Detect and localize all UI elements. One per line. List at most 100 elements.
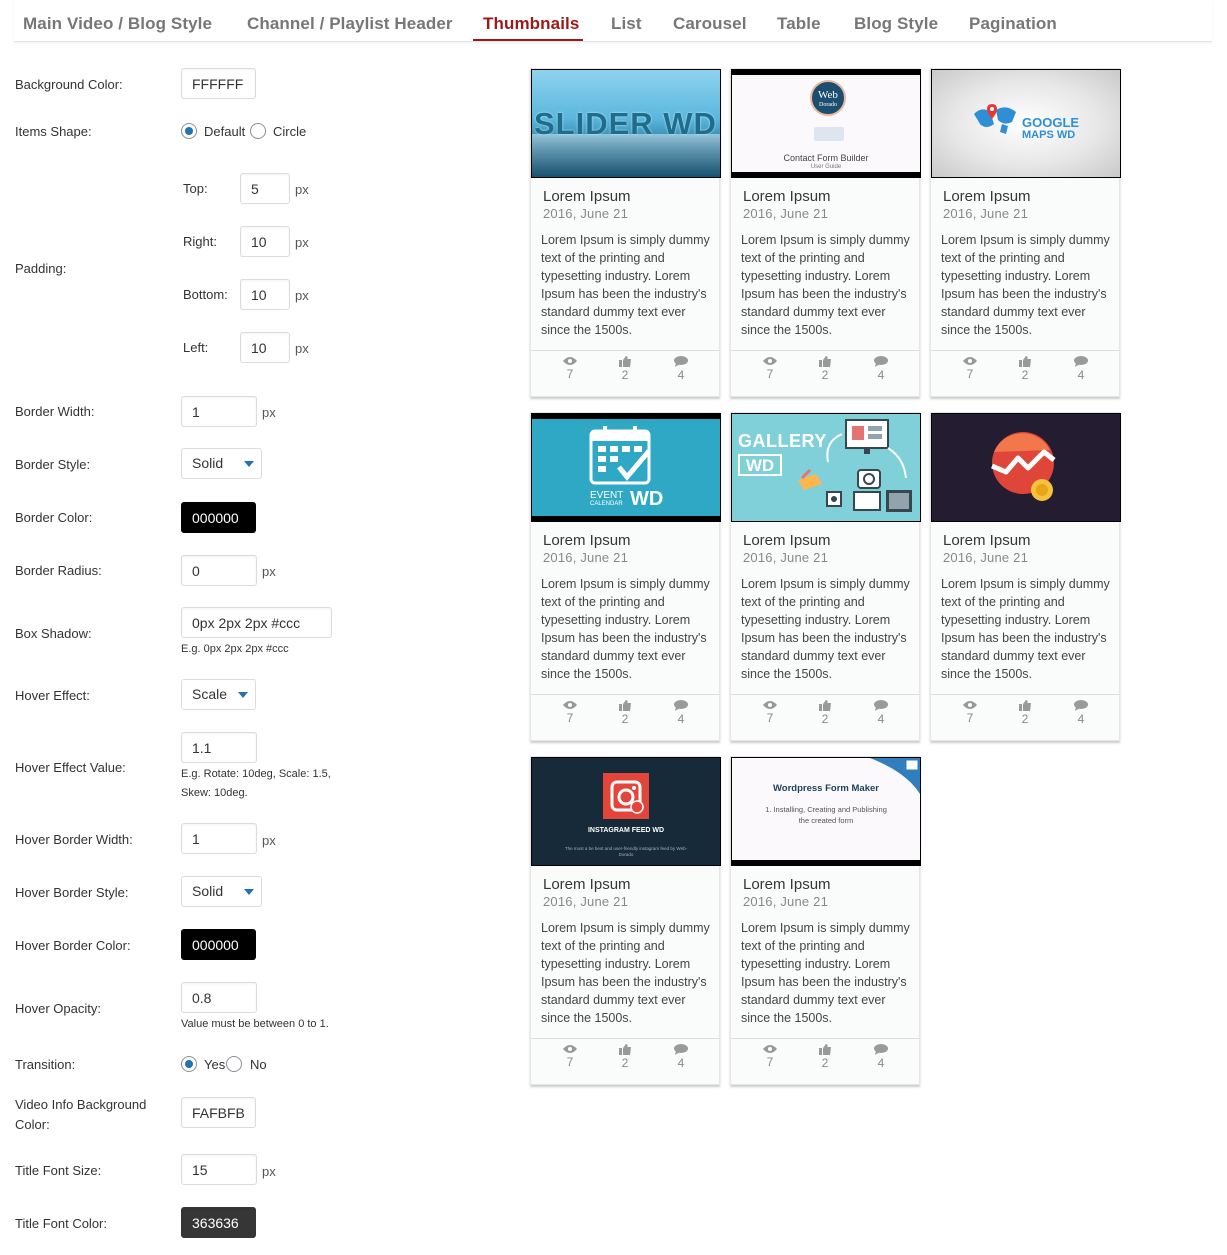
- instagram-icon: [603, 773, 649, 819]
- world-map-icon: [974, 104, 1016, 134]
- video-card[interactable]: EVENT CALENDAR WD Lorem Ipsum 2016, June…: [530, 412, 721, 741]
- video-title: Lorem Ipsum: [743, 188, 831, 205]
- eye-icon: [763, 357, 777, 365]
- video-title: Lorem Ipsum: [743, 532, 831, 549]
- video-title: Lorem Ipsum: [543, 188, 631, 205]
- analytics-badge-icon: [991, 432, 1056, 501]
- items-shape-circle-radio[interactable]: [250, 123, 266, 139]
- video-card[interactable]: Lorem Ipsum 2016, June 21 Lorem Ipsum is…: [930, 412, 1121, 741]
- tab-thumbnails[interactable]: Thumbnails: [483, 14, 579, 34]
- comment-icon: [674, 1044, 688, 1055]
- tab-main-video-blog-style[interactable]: Main Video / Blog Style: [23, 14, 212, 34]
- tab-table[interactable]: Table: [777, 14, 821, 34]
- video-thumbnail[interactable]: [931, 413, 1121, 522]
- padding-left-input[interactable]: [240, 332, 290, 363]
- border-radius-input[interactable]: [181, 555, 257, 586]
- box-shadow-input[interactable]: [181, 607, 332, 638]
- hover-effect-value: Scale: [192, 686, 228, 702]
- transition-yes-radio[interactable]: [181, 1056, 197, 1072]
- video-description: Lorem Ipsum is simply dummy text of the …: [741, 921, 910, 1025]
- comments-stat: 4: [869, 356, 893, 382]
- eye-icon: [963, 701, 977, 709]
- eye-icon: [563, 701, 577, 709]
- tab-list[interactable]: List: [611, 14, 642, 34]
- padding-top-input[interactable]: [240, 173, 290, 204]
- hover-effect-value-input[interactable]: [181, 732, 257, 763]
- video-info-bg-label: Video Info Background: [15, 1097, 147, 1112]
- video-date: 2016, June 21: [743, 894, 829, 909]
- thumb-title: Wordpress Form Maker: [773, 783, 879, 794]
- video-card[interactable]: Wordpress Form Maker 1. Installing, Crea…: [730, 756, 921, 1085]
- tab-blog-style[interactable]: Blog Style: [854, 14, 938, 34]
- video-description: Lorem Ipsum is simply dummy text of the …: [741, 233, 910, 337]
- eye-icon: [563, 1045, 577, 1053]
- tab-pagination[interactable]: Pagination: [969, 14, 1057, 34]
- comment-icon: [674, 700, 688, 711]
- padding-right-input[interactable]: [240, 226, 290, 257]
- video-thumbnail[interactable]: GOOGLE MAPS WD: [931, 69, 1121, 178]
- views-stat: 7: [758, 1044, 782, 1069]
- title-font-size-input[interactable]: [181, 1154, 257, 1185]
- video-thumbnail[interactable]: GALLERY WD: [731, 413, 921, 522]
- video-card[interactable]: SLIDER WD Lorem Ipsum 2016, June 21 Lore…: [530, 68, 721, 397]
- video-thumbnail[interactable]: EVENT CALENDAR WD: [531, 413, 721, 522]
- border-style-select[interactable]: Solid: [181, 448, 262, 479]
- thumb-title: EVENT: [590, 490, 624, 501]
- hover-effect-select[interactable]: Scale: [181, 679, 256, 710]
- video-card[interactable]: Web Dorado Contact Form Builder User Gui…: [730, 68, 921, 397]
- card-divider: [531, 1038, 719, 1039]
- hover-border-width-input[interactable]: [181, 823, 257, 854]
- video-thumbnail[interactable]: Web Dorado Contact Form Builder User Gui…: [731, 69, 921, 178]
- transition-yes-label: Yes: [204, 1057, 226, 1072]
- thumbs-up-icon: [619, 356, 631, 367]
- padding-bottom-label: Bottom:: [183, 287, 228, 302]
- comment-icon: [874, 356, 888, 367]
- views-stat: 7: [958, 700, 982, 725]
- video-thumbnail[interactable]: SLIDER WD: [531, 69, 721, 178]
- title-font-color-input[interactable]: [181, 1207, 256, 1238]
- video-card[interactable]: INSTAGRAM FEED WD The most a be best and…: [530, 756, 721, 1085]
- tab-channel-playlist-header[interactable]: Channel / Playlist Header: [247, 14, 453, 34]
- video-thumbnail[interactable]: Wordpress Form Maker 1. Installing, Crea…: [731, 757, 921, 866]
- hover-opacity-input[interactable]: [181, 982, 257, 1013]
- border-color-input[interactable]: [181, 502, 256, 533]
- video-date: 2016, June 21: [543, 894, 629, 909]
- card-divider: [731, 694, 919, 695]
- comment-icon: [1074, 700, 1088, 711]
- title-font-size-label: Title Font Size:: [15, 1163, 102, 1178]
- padding-bottom-unit: px: [295, 288, 309, 303]
- thumb-subtitle: The most a be best and user-friendly ins…: [564, 846, 688, 857]
- thumb-subtitle: User Guide: [810, 164, 842, 170]
- video-card[interactable]: GALLERY WD Lorem Ipsum 2016, June 21 Lor…: [730, 412, 921, 741]
- border-width-input[interactable]: [181, 396, 257, 427]
- border-width-label: Border Width:: [15, 404, 95, 419]
- video-card[interactable]: GOOGLE MAPS WD Lorem Ipsum 2016, June 21…: [930, 68, 1121, 397]
- card-divider: [931, 350, 1119, 351]
- background-color-input[interactable]: [181, 68, 256, 99]
- video-description: Lorem Ipsum is simply dummy text of the …: [541, 233, 710, 337]
- comments-stat: 4: [869, 1044, 893, 1070]
- items-shape-default-radio[interactable]: [181, 123, 197, 139]
- hover-opacity-hint: Value must be between 0 to 1.: [181, 1018, 329, 1030]
- transition-no-label: No: [250, 1057, 267, 1072]
- video-info-bg-input[interactable]: [181, 1097, 256, 1128]
- tab-carousel[interactable]: Carousel: [673, 14, 747, 34]
- thumbs-up-icon: [1019, 700, 1031, 711]
- video-date: 2016, June 21: [743, 550, 829, 565]
- video-thumbnail[interactable]: INSTAGRAM FEED WD The most a be best and…: [531, 757, 721, 866]
- thumbs-up-icon: [619, 700, 631, 711]
- thumb-title: Contact Form Builder: [783, 153, 869, 163]
- padding-right-label: Right:: [183, 234, 217, 249]
- settings-tabs: Main Video / Blog Style Channel / Playli…: [14, 0, 1212, 42]
- video-date: 2016, June 21: [543, 206, 629, 221]
- hover-border-style-select[interactable]: Solid: [181, 876, 262, 907]
- padding-bottom-input[interactable]: [240, 279, 290, 310]
- likes-stat: 2: [813, 1044, 837, 1070]
- transition-no-radio[interactable]: [226, 1056, 242, 1072]
- likes-stat: 2: [613, 1044, 637, 1070]
- thumbs-up-icon: [819, 356, 831, 367]
- hover-border-width-label: Hover Border Width:: [15, 832, 133, 847]
- thumb-title: INSTAGRAM FEED WD: [587, 827, 665, 834]
- hover-border-color-input[interactable]: [181, 929, 256, 960]
- likes-stat: 2: [613, 356, 637, 382]
